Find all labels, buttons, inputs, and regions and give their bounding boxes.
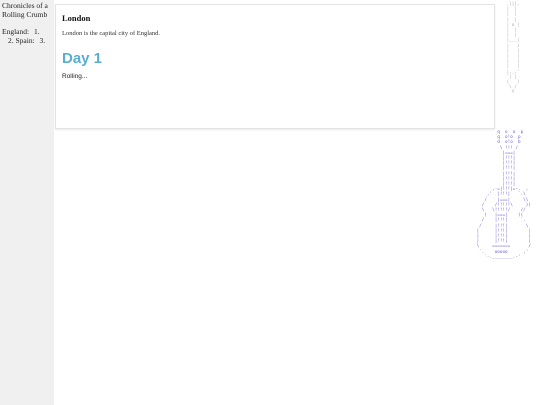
sidebar-item-label: Spain: (15, 36, 35, 45)
sidebar-item-england[interactable]: England: 1. (2, 27, 52, 36)
sidebar-item-prefix: 2. (8, 36, 14, 45)
content-card: London London is the capital city of Eng… (55, 4, 495, 129)
sidebar-title: Chronicles of a Rolling Crumb (2, 1, 48, 19)
sidebar-item-spain[interactable]: 2. Spain: 3. (2, 36, 52, 45)
sidebar-item-number: 3. (39, 36, 46, 45)
status-text: Rolling... (62, 73, 88, 80)
ascii-art-top: ,|||, | | | | | | | o | | | | | |___| | … (506, 2, 520, 96)
ascii-guitar-art: q o o p q o!o p d o!o b \ !!! / |===| |!… (476, 130, 531, 260)
day-heading: Day 1 (62, 50, 103, 67)
card-title: London (62, 13, 91, 23)
page: Chronicles of a Rolling Crumb England: 1… (0, 0, 540, 405)
card-description: London is the capital city of England. (62, 30, 161, 37)
sidebar-item-label: England: (2, 27, 30, 36)
sidebar-list: England: 1. 2. Spain: 3. (2, 27, 52, 45)
sidebar-item-number: 1. (33, 27, 40, 36)
sidebar: Chronicles of a Rolling Crumb England: 1… (0, 0, 54, 405)
